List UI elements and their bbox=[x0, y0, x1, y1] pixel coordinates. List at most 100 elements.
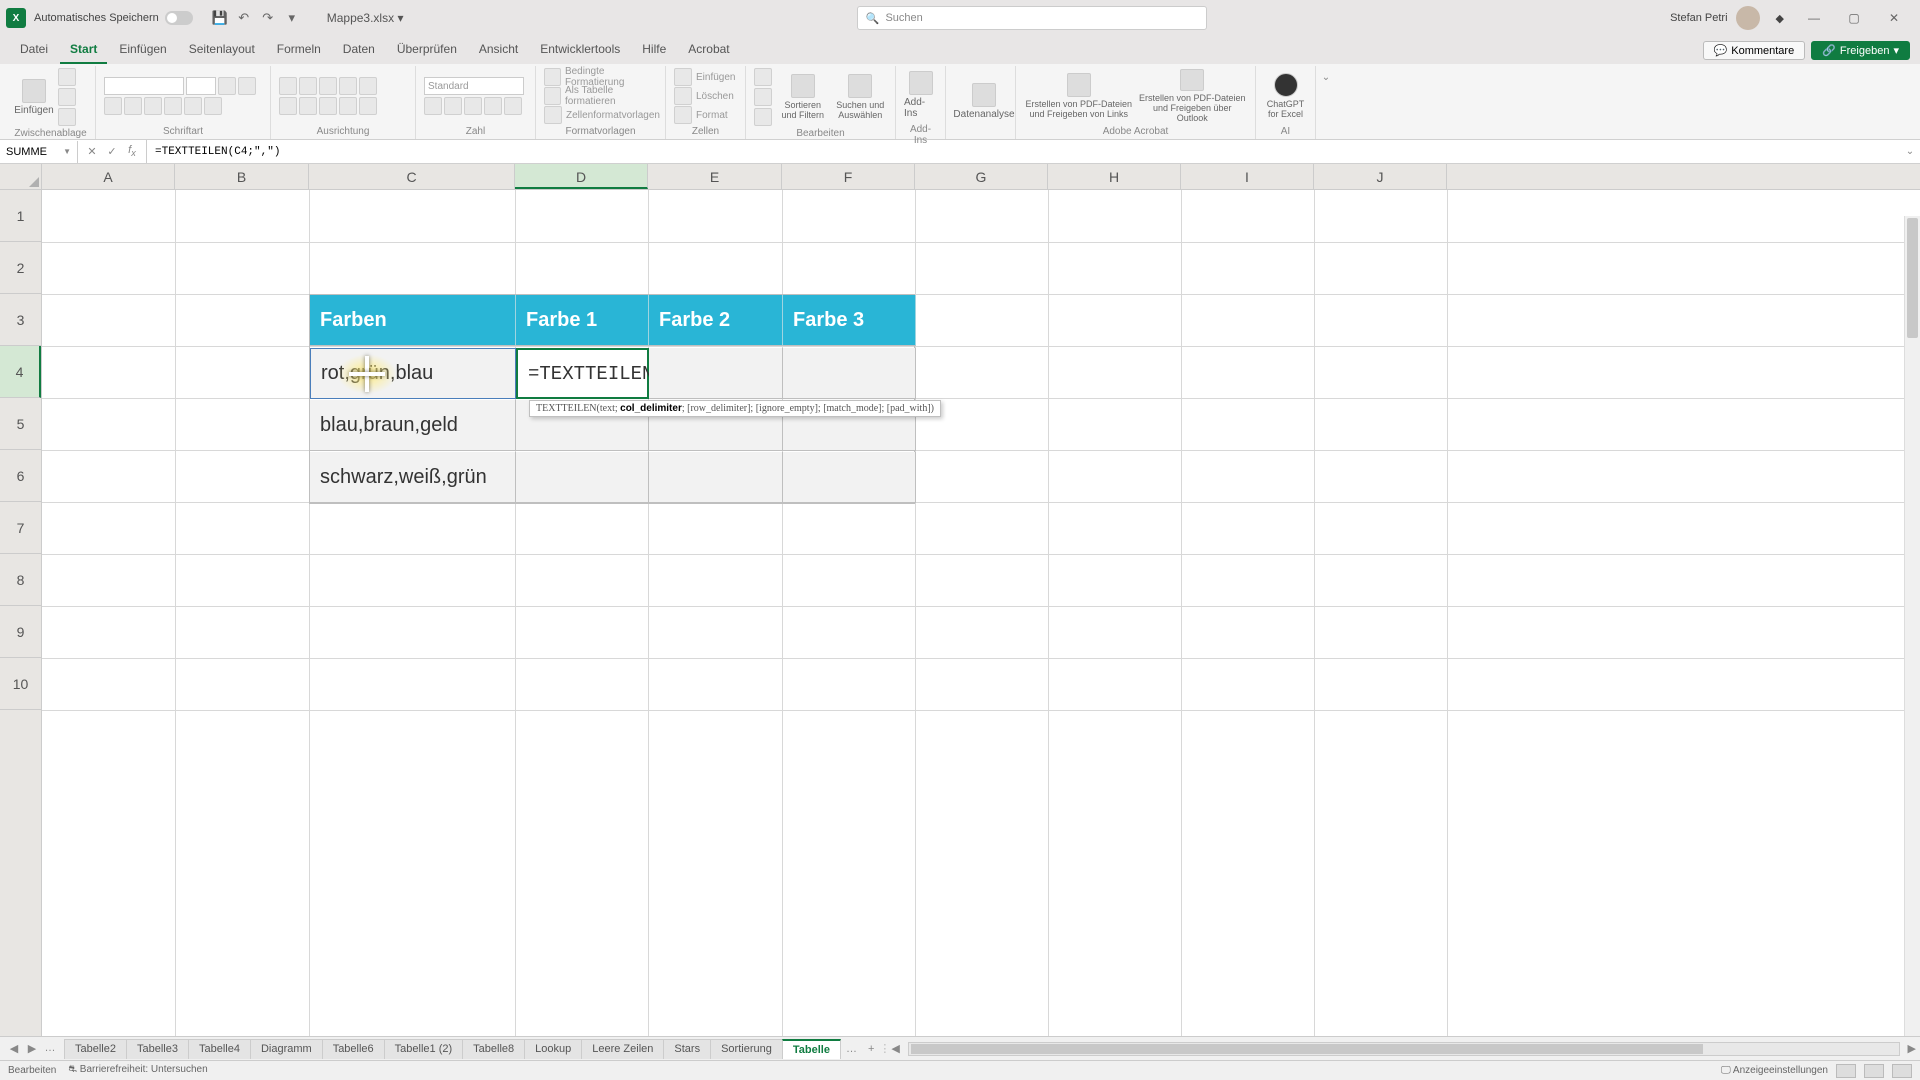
insert-cells-button[interactable]: Einfügen bbox=[674, 69, 735, 86]
autosave-toggle[interactable]: Automatisches Speichern bbox=[34, 11, 193, 25]
row-header-1[interactable]: 1 bbox=[0, 190, 41, 242]
user-account[interactable]: Stefan Petri ◆ bbox=[1670, 6, 1784, 30]
align-bottom-icon[interactable] bbox=[319, 77, 337, 95]
tab-datei[interactable]: Datei bbox=[10, 38, 58, 64]
table-header[interactable]: Farbe 2 bbox=[649, 295, 783, 346]
sheet-tab[interactable]: Tabelle1 (2) bbox=[384, 1039, 463, 1059]
sheet-tab[interactable]: Stars bbox=[663, 1039, 711, 1059]
row-header-7[interactable]: 7 bbox=[0, 502, 41, 554]
cut-icon[interactable] bbox=[58, 68, 76, 86]
table-cell[interactable]: =TEXTTEILEN(C4;",") bbox=[516, 348, 649, 399]
align-left-icon[interactable] bbox=[279, 97, 297, 115]
comments-button[interactable]: 💬 Kommentare bbox=[1703, 41, 1806, 60]
page-layout-view-icon[interactable] bbox=[1864, 1064, 1884, 1078]
undo-icon[interactable]: ↶ bbox=[235, 9, 253, 27]
redo-icon[interactable]: ↷ bbox=[259, 9, 277, 27]
tab-seitenlayout[interactable]: Seitenlayout bbox=[179, 38, 265, 64]
clear-icon[interactable] bbox=[754, 108, 772, 126]
format-painter-icon[interactable] bbox=[58, 108, 76, 126]
percent-icon[interactable] bbox=[444, 97, 462, 115]
border-icon[interactable] bbox=[164, 97, 182, 115]
fill-color-icon[interactable] bbox=[184, 97, 202, 115]
sheet-tab[interactable]: Lookup bbox=[524, 1039, 582, 1059]
table-header[interactable]: Farbe 3 bbox=[783, 295, 916, 346]
row-header-2[interactable]: 2 bbox=[0, 242, 41, 294]
row-header-3[interactable]: 3 bbox=[0, 294, 41, 346]
row-header-4[interactable]: 4 bbox=[0, 346, 41, 398]
fill-icon[interactable] bbox=[754, 88, 772, 106]
sheet-tab[interactable]: Tabelle3 bbox=[126, 1039, 189, 1059]
tab-hilfe[interactable]: Hilfe bbox=[632, 38, 676, 64]
autosum-icon[interactable] bbox=[754, 68, 772, 86]
sheet-nav-next-icon[interactable]: ▶ bbox=[24, 1042, 40, 1055]
sheet-tab[interactable]: Tabelle8 bbox=[462, 1039, 525, 1059]
sheet-nav-prev-icon[interactable]: ◀ bbox=[6, 1042, 22, 1055]
cell-styles-button[interactable]: Zellenformatvorlagen bbox=[544, 107, 660, 124]
diamond-icon[interactable]: ◆ bbox=[1776, 12, 1784, 25]
number-format-select[interactable] bbox=[424, 77, 524, 95]
wrap-text-icon[interactable] bbox=[359, 77, 377, 95]
col-header-I[interactable]: I bbox=[1181, 164, 1314, 189]
document-name[interactable]: Mappe3.xlsx ▾ bbox=[327, 11, 404, 25]
data-analysis-button[interactable]: Datenanalyse bbox=[954, 75, 1014, 129]
sheet-tab[interactable]: Tabelle6 bbox=[322, 1039, 385, 1059]
confirm-formula-icon[interactable]: ✓ bbox=[102, 142, 122, 162]
close-button[interactable]: ✕ bbox=[1874, 3, 1914, 33]
col-header-J[interactable]: J bbox=[1314, 164, 1447, 189]
table-header[interactable]: Farben bbox=[310, 295, 516, 346]
paste-button[interactable]: Einfügen bbox=[14, 70, 54, 124]
autosave-switch[interactable] bbox=[165, 11, 193, 25]
col-header-A[interactable]: A bbox=[42, 164, 175, 189]
currency-icon[interactable] bbox=[424, 97, 442, 115]
select-all-corner[interactable] bbox=[0, 164, 42, 189]
col-header-B[interactable]: B bbox=[175, 164, 309, 189]
table-format-button[interactable]: Als Tabelle formatieren bbox=[544, 88, 660, 105]
row-header-10[interactable]: 10 bbox=[0, 658, 41, 710]
table-header[interactable]: Farbe 1 bbox=[516, 295, 649, 346]
tab-daten[interactable]: Daten bbox=[333, 38, 385, 64]
col-header-E[interactable]: E bbox=[648, 164, 782, 189]
table-cell[interactable]: schwarz,weiß,grün bbox=[310, 452, 516, 503]
font-family-input[interactable] bbox=[104, 77, 184, 95]
accessibility-status[interactable]: ⛐ Barrierefreiheit: Untersuchen bbox=[68, 1064, 207, 1077]
row-header-5[interactable]: 5 bbox=[0, 398, 41, 450]
fx-icon[interactable]: fx bbox=[122, 142, 142, 162]
table-cell[interactable] bbox=[649, 452, 783, 503]
search-box[interactable]: 🔍 Suchen bbox=[857, 6, 1207, 30]
indent-dec-icon[interactable] bbox=[339, 97, 357, 115]
row-header-9[interactable]: 9 bbox=[0, 606, 41, 658]
italic-icon[interactable] bbox=[124, 97, 142, 115]
tab-start[interactable]: Start bbox=[60, 38, 107, 64]
col-header-C[interactable]: C bbox=[309, 164, 515, 189]
orientation-icon[interactable] bbox=[339, 77, 357, 95]
add-sheet-button[interactable]: + bbox=[862, 1040, 880, 1058]
col-header-F[interactable]: F bbox=[782, 164, 915, 189]
align-top-icon[interactable] bbox=[279, 77, 297, 95]
table-cell[interactable] bbox=[649, 348, 783, 399]
vertical-scrollbar[interactable] bbox=[1904, 216, 1920, 1036]
addins-button[interactable]: Add-Ins bbox=[904, 68, 937, 122]
horizontal-scrollbar[interactable] bbox=[908, 1042, 1900, 1056]
col-header-D[interactable]: D bbox=[515, 164, 648, 189]
tab-acrobat[interactable]: Acrobat bbox=[678, 38, 739, 64]
chatgpt-button[interactable]: ChatGPT for Excel bbox=[1264, 69, 1307, 123]
expand-formula-bar-icon[interactable]: ⌄ bbox=[1900, 146, 1920, 157]
normal-view-icon[interactable] bbox=[1836, 1064, 1856, 1078]
inc-decimal-icon[interactable] bbox=[484, 97, 502, 115]
share-button[interactable]: 🔗 Freigeben ▾ bbox=[1811, 41, 1910, 60]
page-break-view-icon[interactable] bbox=[1892, 1064, 1912, 1078]
maximize-button[interactable]: ▢ bbox=[1834, 3, 1874, 33]
sheet-tab[interactable]: Tabelle bbox=[782, 1039, 841, 1059]
save-icon[interactable]: 💾 bbox=[211, 9, 229, 27]
sort-filter-button[interactable]: Sortieren und Filtern bbox=[776, 70, 830, 124]
row-header-6[interactable]: 6 bbox=[0, 450, 41, 502]
tab-einfügen[interactable]: Einfügen bbox=[109, 38, 176, 64]
bold-icon[interactable] bbox=[104, 97, 122, 115]
col-header-G[interactable]: G bbox=[915, 164, 1048, 189]
function-tooltip[interactable]: TEXTTEILEN(text; col_delimiter; [row_del… bbox=[529, 400, 941, 417]
table-cell[interactable]: rot,grün,blau bbox=[310, 348, 516, 399]
pdf-share-link-button[interactable]: Erstellen von PDF-Dateien und Freigeben … bbox=[1024, 69, 1134, 123]
delete-cells-button[interactable]: Löschen bbox=[674, 88, 735, 105]
table-cell[interactable] bbox=[783, 452, 916, 503]
format-cells-button[interactable]: Format bbox=[674, 107, 735, 124]
